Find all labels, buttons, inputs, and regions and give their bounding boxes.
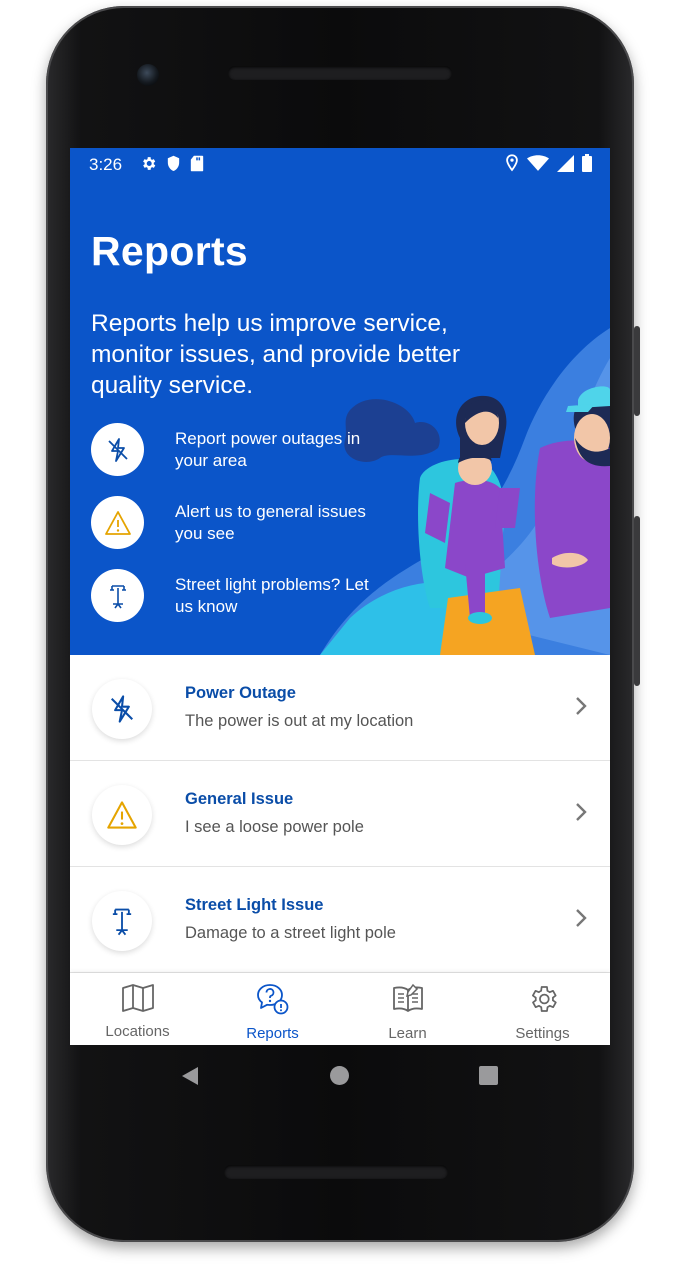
reports-icon [256,983,290,1020]
report-item-power-outage[interactable]: Power Outage The power is out at my loca… [70,655,610,761]
report-item-subtitle: I see a loose power pole [185,818,364,836]
report-item-title: Street Light Issue [185,896,324,914]
status-time: 3:26 [89,155,123,174]
feature-general-issue: Alert us to general issues you see [91,496,375,549]
bottom-navigation: Locations Reports Learn Settings [70,973,610,1045]
nav-label: Reports [246,1025,299,1042]
report-item-general-issue[interactable]: General Issue I see a loose power pole [70,761,610,867]
shield-icon [166,155,181,172]
feature-power-outage: Report power outages in your area [91,423,375,476]
report-item-title: Power Outage [185,684,296,702]
power-button [634,326,640,416]
street-light-icon [91,569,144,622]
chevron-right-icon [574,695,588,722]
report-item-subtitle: The power is out at my location [185,712,414,730]
location-icon [505,154,519,172]
nav-item-reports[interactable]: Reports [205,973,340,1045]
nav-label: Learn [388,1025,427,1042]
app-screen: 3:26 Reports Reports help us improve ser… [70,148,610,1045]
system-home-button[interactable] [330,1066,349,1085]
gear-icon [527,983,559,1020]
chevron-right-icon [574,801,588,828]
warning-icon [92,785,152,845]
map-icon [121,983,155,1018]
top-speaker [228,66,452,80]
signal-icon [557,154,574,172]
system-recents-button[interactable] [479,1066,498,1085]
nav-label: Settings [515,1025,570,1042]
street-light-icon [92,891,152,951]
reports-hero: 3:26 Reports Reports help us improve ser… [70,148,610,655]
report-types-list: Power Outage The power is out at my loca… [70,655,610,973]
chevron-right-icon [574,907,588,934]
sd-card-icon [190,155,204,172]
nav-item-learn[interactable]: Learn [340,973,475,1045]
bottom-speaker [224,1165,448,1179]
system-back-button[interactable] [180,1066,200,1091]
page-title: Reports [91,228,249,274]
report-item-street-light[interactable]: Street Light Issue Damage to a street li… [70,867,610,973]
feature-street-light: Street light problems? Let us know [91,569,375,622]
nav-label: Locations [105,1023,170,1040]
feature-text: Report power outages in your area [175,428,361,470]
battery-icon [582,154,592,172]
power-outage-icon [92,679,152,739]
report-item-title: General Issue [185,790,294,808]
gear-icon [140,155,157,172]
warning-icon [91,496,144,549]
feature-text: Alert us to general issues you see [175,501,366,543]
status-bar: 3:26 [70,148,610,180]
nav-item-locations[interactable]: Locations [70,973,205,1045]
power-outage-icon [91,423,144,476]
report-item-subtitle: Damage to a street light pole [185,924,396,942]
wifi-icon [527,154,549,172]
nav-item-settings[interactable]: Settings [475,973,610,1045]
volume-button [634,516,640,686]
book-icon [391,983,425,1020]
front-camera [137,64,159,86]
feature-text: Street light problems? Let us know [175,574,369,616]
